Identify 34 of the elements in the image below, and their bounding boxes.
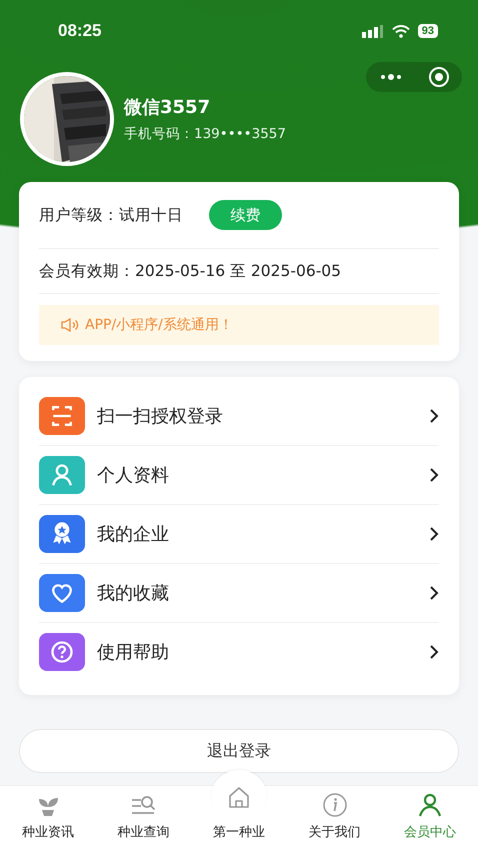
signal-icon	[362, 24, 384, 38]
wifi-icon	[392, 24, 410, 38]
menu-item[interactable]: 我的企业	[39, 505, 439, 564]
menu-item[interactable]: 个人资料	[39, 446, 439, 505]
menu-label: 扫一扫授权登录	[97, 405, 224, 428]
user-name: 微信3557	[124, 96, 212, 119]
more-icon[interactable]	[378, 73, 402, 81]
chevron-icon	[429, 526, 439, 542]
user-level: 用户等级：试用十日	[39, 204, 183, 226]
chevron-icon	[429, 585, 439, 601]
tab-item[interactable]: 种业查询	[96, 786, 192, 850]
status-time: 08:25	[58, 21, 102, 41]
phone-number: 手机号码：139••••3557	[124, 125, 286, 143]
info-icon	[320, 791, 349, 819]
miniprogram-capsule[interactable]	[366, 62, 462, 92]
menu-label: 我的收藏	[97, 582, 170, 605]
notice-text: APP/小程序/系统通用！	[85, 316, 233, 334]
tab-item[interactable]: 会员中心	[382, 786, 478, 850]
speaker-icon	[61, 318, 79, 332]
tab-item[interactable]: 第一种业	[191, 770, 287, 850]
menu-item[interactable]: 使用帮助	[39, 623, 439, 681]
tab-item[interactable]: 种业资讯	[0, 786, 96, 850]
menu-label: 我的企业	[97, 523, 170, 546]
logout-button[interactable]: 退出登录	[19, 729, 459, 773]
chevron-icon	[429, 408, 439, 424]
chevron-icon	[429, 467, 439, 483]
menu-label: 使用帮助	[97, 641, 170, 664]
battery-level: 93	[418, 24, 438, 38]
menu-item[interactable]: 我的收藏	[39, 564, 439, 623]
tab-item[interactable]: 关于我们	[286, 786, 382, 850]
membership-validity: 会员有效期：2025-05-16 至 2025-06-05	[39, 260, 342, 282]
menu-label: 个人资料	[97, 464, 170, 487]
chevron-icon	[429, 644, 439, 660]
menu-item[interactable]: 扫一扫授权登录	[39, 387, 439, 446]
